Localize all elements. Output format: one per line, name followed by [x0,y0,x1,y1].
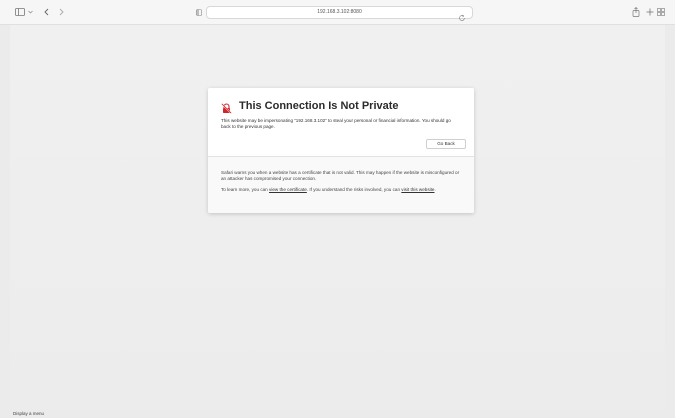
share-icon[interactable] [631,5,641,19]
back-icon[interactable] [42,5,50,19]
view-certificate-link[interactable]: view the certificate [269,187,307,192]
go-back-button[interactable]: Go Back [426,139,466,149]
learn-more-paragraph: To learn more, you can view the certific… [221,187,463,193]
dialog-details-section: Safari warns you when a website has a ce… [208,156,474,213]
learn-more-prefix: To learn more, you can [221,187,270,192]
dialog-header-section: This Connection Is Not Private This webs… [208,88,474,156]
browser-toolbar: 192.168.3.102:8080 [0,0,675,25]
chevron-down-icon[interactable] [27,5,33,19]
dialog-title: This Connection Is Not Private [239,100,399,112]
warning-dialog: This Connection Is Not Private This webs… [208,88,474,213]
details-paragraph: Safari warns you when a website has a ce… [221,170,460,181]
tab-overview-icon[interactable] [656,5,666,19]
visit-website-link[interactable]: visit this website [401,187,434,192]
status-text: Display a menu [13,411,45,416]
sidebar-icon[interactable] [14,5,26,19]
privacy-icon[interactable] [195,5,203,19]
reload-icon[interactable] [458,9,466,21]
plus-icon[interactable] [645,5,655,19]
not-private-lock-icon [221,101,232,114]
learn-more-middle: . If you understand the risks involved, … [306,187,402,192]
address-bar[interactable]: 192.168.3.102:8080 [206,6,473,21]
forward-icon[interactable] [57,5,65,19]
address-text: 192.168.3.102:8080 [317,9,362,15]
dialog-body: This website may be impersonating “192.1… [221,118,451,129]
page-content [10,25,665,418]
status-bar: Display a menu [0,410,675,418]
learn-more-suffix: . [434,187,436,192]
